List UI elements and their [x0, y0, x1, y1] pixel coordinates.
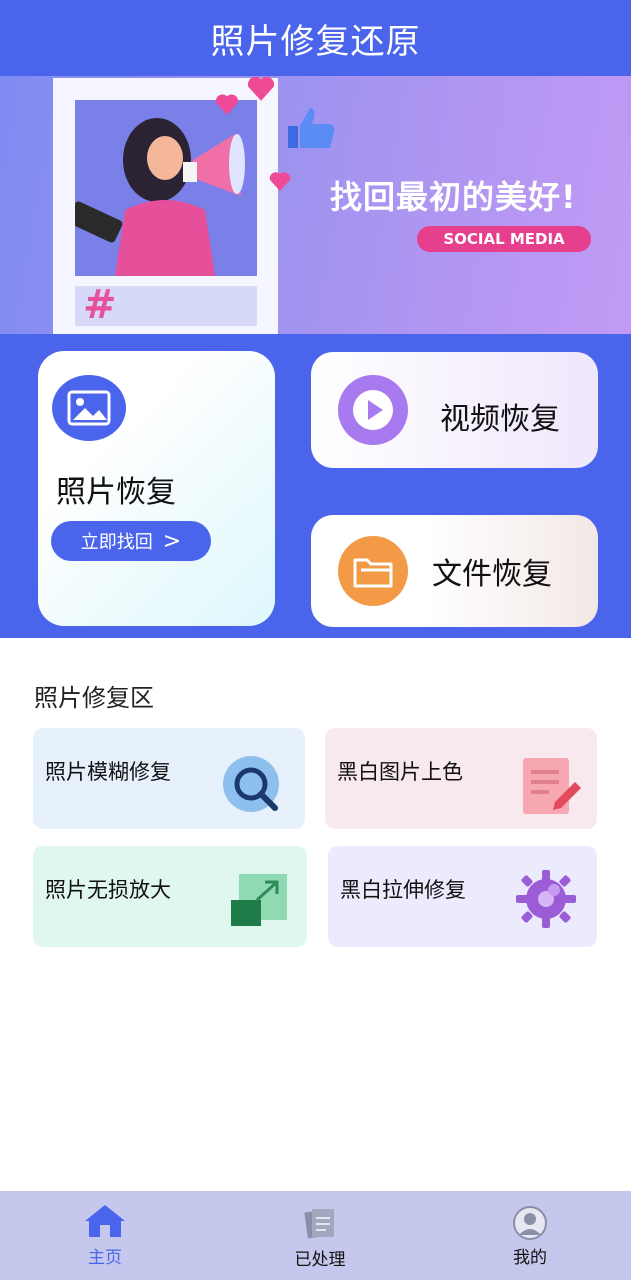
heart-icon — [247, 76, 275, 101]
tab-home[interactable]: 主页 — [45, 1191, 165, 1280]
tab-mine[interactable]: 我的 — [470, 1191, 590, 1280]
search-icon — [223, 756, 279, 812]
woman-megaphone-illustration — [67, 100, 257, 276]
promo-banner[interactable]: # 找回最初的美好! SOCIAL MEDIA — [0, 76, 631, 334]
heart-icon — [269, 172, 291, 191]
tool-lossless-enlarge[interactable]: 照片无损放大 — [33, 846, 307, 947]
tab-mine-label: 我的 — [513, 1248, 547, 1268]
folder-icon — [338, 536, 408, 606]
tool-label: 黑白图片上色 — [337, 760, 463, 784]
photo-frame-illustration: # — [53, 78, 278, 334]
tool-colorize[interactable]: 黑白图片上色 — [325, 728, 597, 829]
photo-recovery-label: 照片恢复 — [56, 475, 176, 510]
tab-processed-label: 已处理 — [294, 1250, 346, 1270]
app-header: 照片修复还原 — [0, 0, 631, 76]
video-recovery-card[interactable]: 视频恢复 — [311, 352, 598, 468]
section-title: 照片修复区 — [34, 684, 154, 712]
banner-slogan: 找回最初的美好! — [330, 178, 577, 216]
chevron-right-icon: > — [162, 528, 182, 554]
documents-icon — [304, 1209, 334, 1239]
file-recovery-label: 文件恢复 — [432, 557, 552, 592]
play-icon — [338, 375, 408, 445]
tool-label: 照片模糊修复 — [45, 760, 171, 784]
app-title: 照片修复还原 — [210, 21, 421, 62]
social-media-tag: SOCIAL MEDIA — [417, 226, 591, 252]
enlarge-icon — [231, 874, 287, 926]
image-icon — [52, 375, 126, 441]
heart-icon — [215, 94, 239, 115]
bottom-tab-bar: 主页 已处理 我的 — [0, 1191, 631, 1280]
hash-symbol: # — [83, 282, 117, 328]
tab-home-label: 主页 — [88, 1248, 122, 1268]
tab-processed[interactable]: 已处理 — [260, 1191, 380, 1280]
photo-recovery-card[interactable]: 照片恢复 立即找回 > — [38, 351, 275, 626]
recover-now-button[interactable]: 立即找回 > — [51, 521, 211, 561]
tool-stretch-repair[interactable]: 黑白拉伸修复 — [328, 846, 597, 947]
gear-icon — [516, 870, 576, 928]
thumbs-up-icon — [288, 108, 335, 148]
note-edit-icon — [523, 758, 581, 814]
home-icon — [85, 1205, 125, 1237]
tool-label: 照片无损放大 — [45, 878, 171, 902]
tool-blur-repair[interactable]: 照片模糊修复 — [33, 728, 305, 829]
recover-now-label: 立即找回 — [80, 532, 153, 553]
video-recovery-label: 视频恢复 — [440, 402, 560, 437]
user-icon — [513, 1206, 547, 1240]
file-recovery-card[interactable]: 文件恢复 — [311, 515, 598, 627]
tool-label: 黑白拉伸修复 — [340, 878, 466, 902]
